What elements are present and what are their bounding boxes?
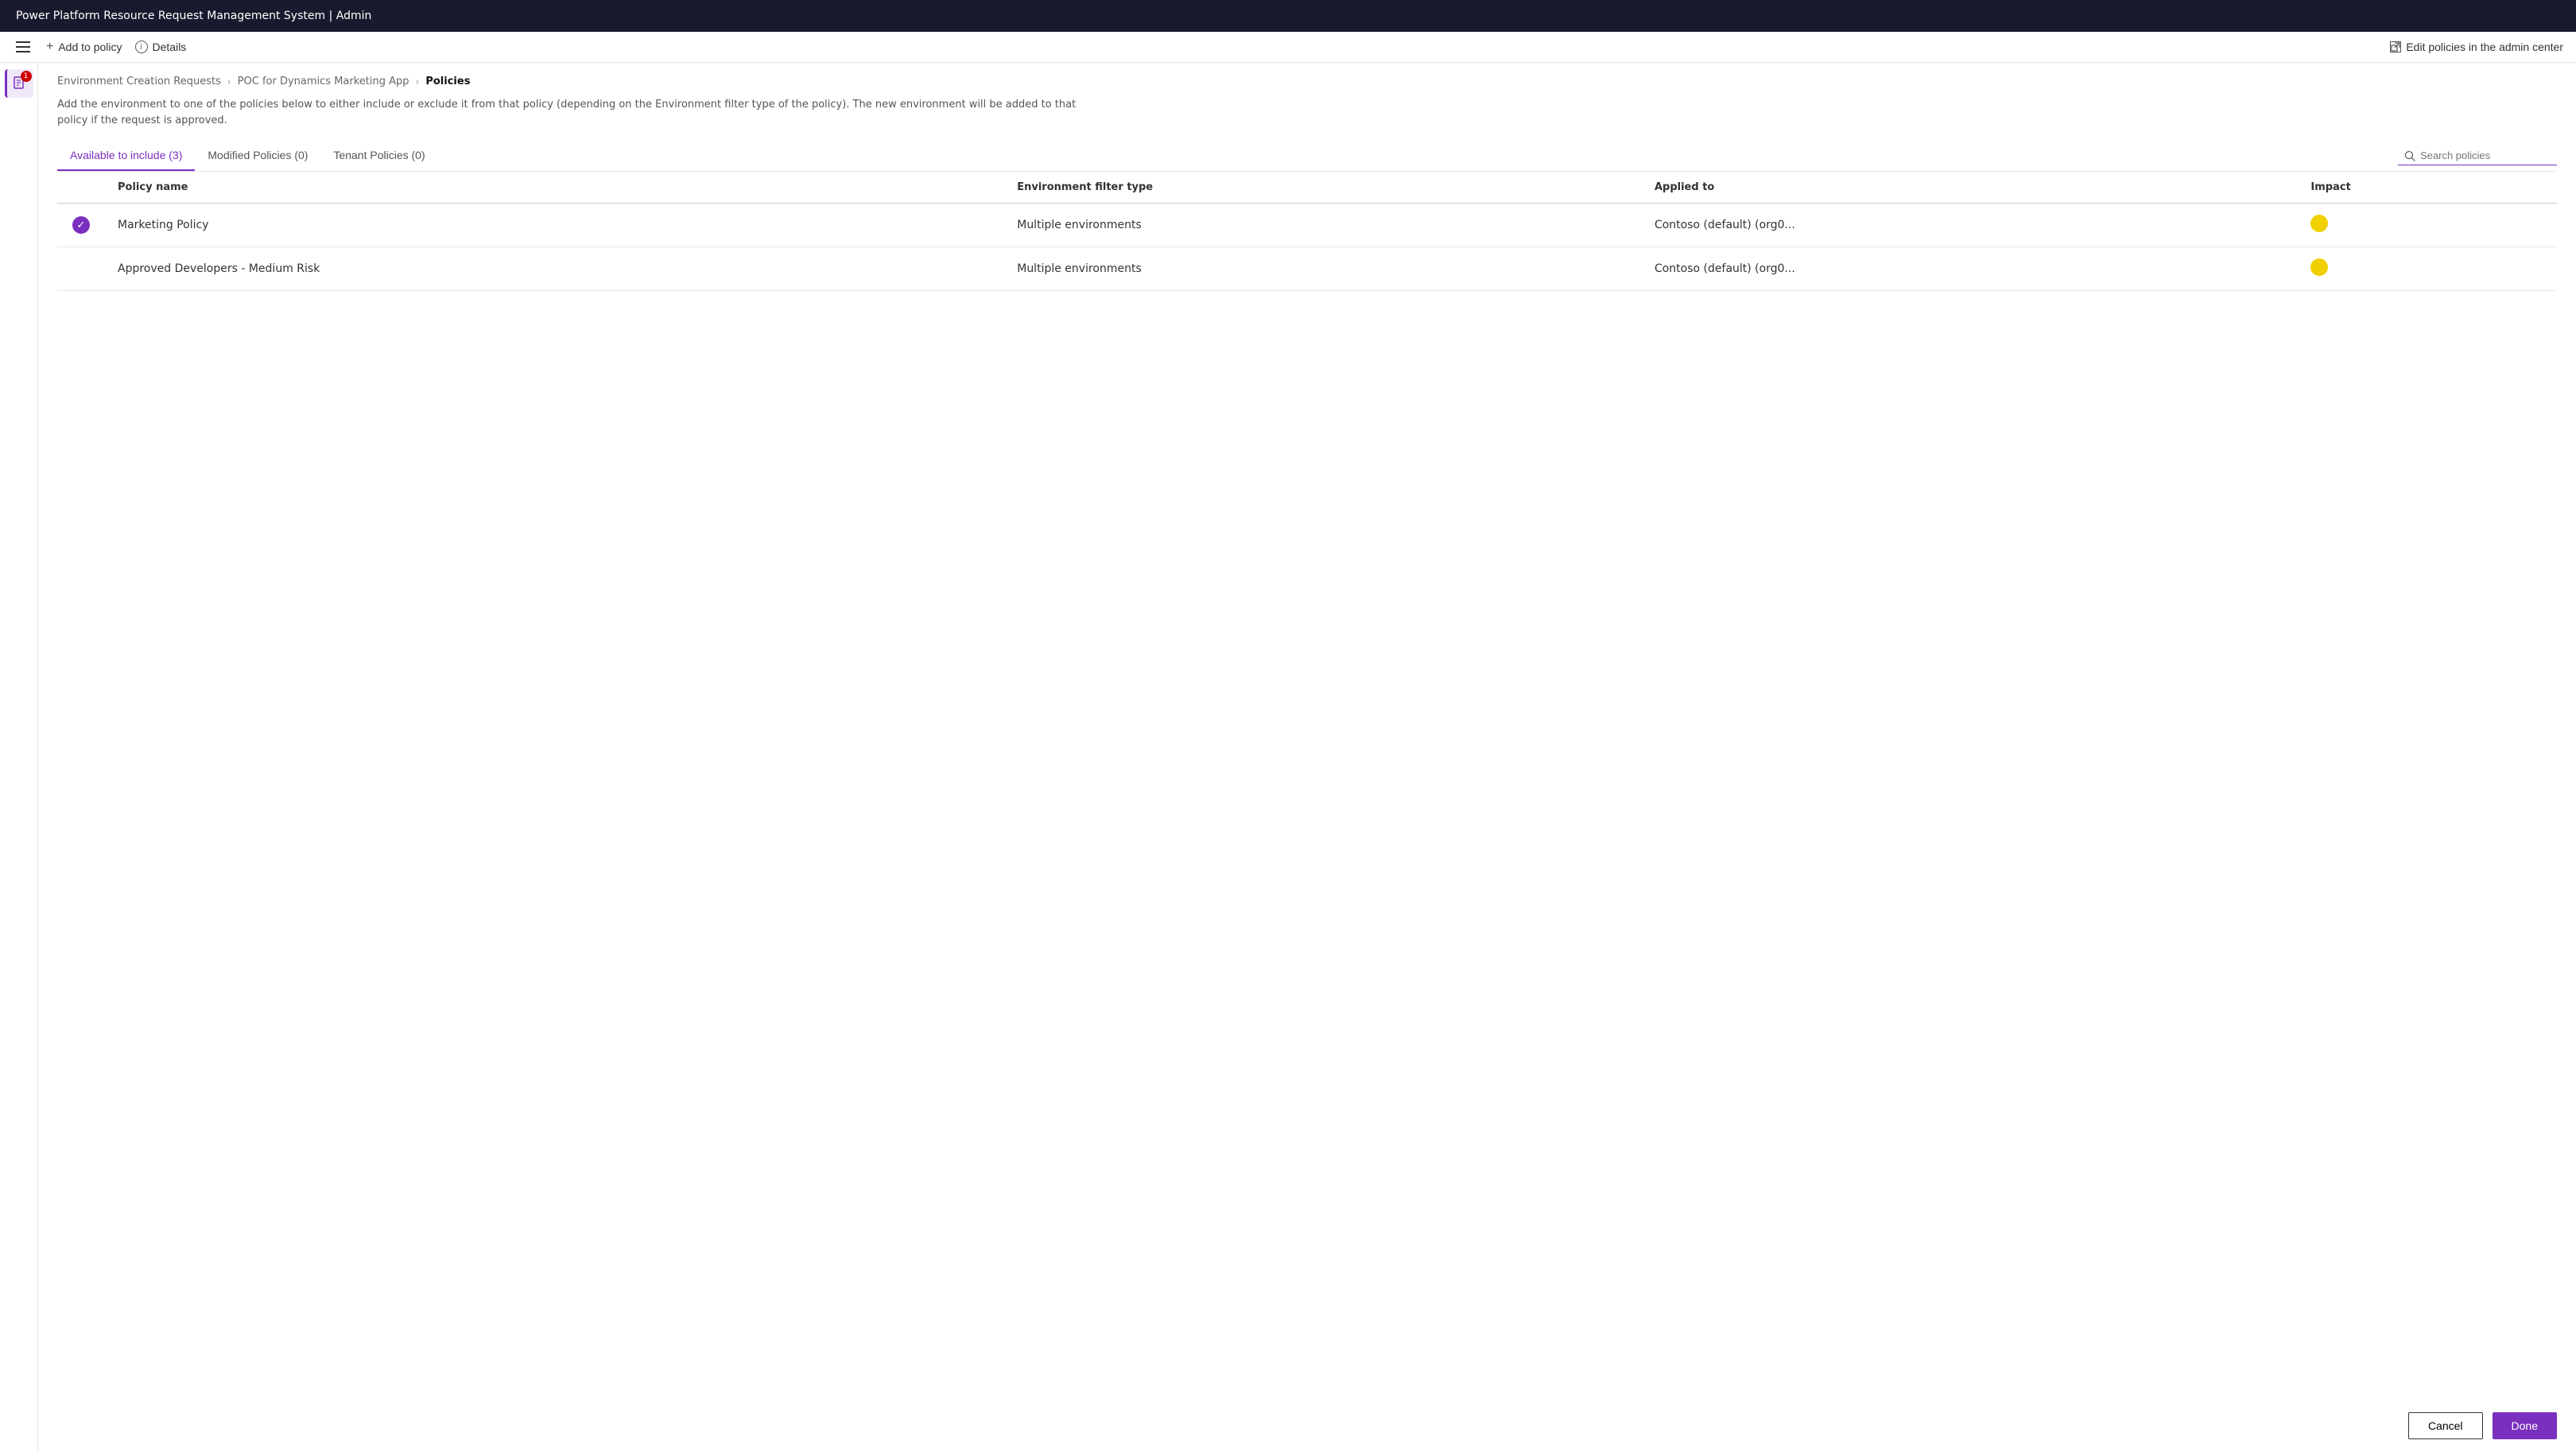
info-icon: i: [135, 41, 148, 53]
row-1-impact: [2298, 247, 2557, 291]
table-row[interactable]: ✓ Marketing Policy Multiple environments…: [57, 204, 2557, 247]
notification-badge: 1: [21, 71, 32, 82]
policies-table-container: Policy name Environment filter type Appl…: [57, 172, 2557, 291]
table-header-row: Policy name Environment filter type Appl…: [57, 172, 2557, 204]
tab-available-to-include[interactable]: Available to include (3): [57, 141, 195, 171]
main-content: Environment Creation Requests › POC for …: [38, 63, 2576, 1451]
impact-dot-1: [2310, 258, 2328, 276]
row-0-applied-to: Contoso (default) (org0...: [1642, 204, 2298, 247]
sidebar-item-requests[interactable]: 1: [5, 69, 33, 98]
edit-admin-center-button[interactable]: Edit policies in the admin center: [2390, 41, 2563, 53]
title-text: Power Platform Resource Request Manageme…: [16, 10, 371, 22]
row-0-policy-name: Marketing Policy: [105, 204, 1004, 247]
row-1-policy-name: Approved Developers - Medium Risk: [105, 247, 1004, 291]
breadcrumb-separator-1: ›: [416, 76, 420, 87]
add-to-policy-label: Add to policy: [58, 41, 122, 53]
cancel-button[interactable]: Cancel: [2408, 1412, 2483, 1439]
breadcrumb-item-0[interactable]: Environment Creation Requests: [57, 76, 221, 87]
row-0-impact: [2298, 204, 2557, 247]
breadcrumb-item-1[interactable]: POC for Dynamics Marketing App: [238, 76, 409, 87]
details-button[interactable]: i Details: [135, 41, 187, 53]
tabs-left: Available to include (3) Modified Polici…: [57, 141, 438, 171]
row-1-filter-type: Multiple environments: [1004, 247, 1642, 291]
table-row[interactable]: Approved Developers - Medium Risk Multip…: [57, 247, 2557, 291]
search-icon: [2404, 150, 2415, 161]
edit-admin-center-label: Edit policies in the admin center: [2406, 41, 2563, 53]
col-header-applied-to: Applied to: [1642, 172, 2298, 204]
row-1-selected-cell: [57, 247, 105, 291]
breadcrumb-separator-0: ›: [227, 76, 231, 87]
impact-dot-0: [2310, 215, 2328, 232]
sidebar: 1: [0, 63, 38, 1451]
toolbar: + Add to policy i Details Edit policies …: [0, 32, 2576, 63]
breadcrumb-current: Policies: [425, 76, 470, 87]
row-0-filter-type: Multiple environments: [1004, 204, 1642, 247]
row-1-applied-to: Contoso (default) (org0...: [1642, 247, 2298, 291]
checkmark-icon: ✓: [72, 216, 90, 234]
hamburger-button[interactable]: [13, 38, 33, 56]
footer: Cancel Done: [2389, 1400, 2576, 1452]
tabs-bar: Available to include (3) Modified Polici…: [57, 141, 2557, 172]
description-text: Add the environment to one of the polici…: [57, 97, 1091, 128]
title-bar: Power Platform Resource Request Manageme…: [0, 0, 2576, 32]
done-button[interactable]: Done: [2493, 1412, 2557, 1439]
layout: 1 Environment Creation Requests › POC fo…: [0, 63, 2576, 1451]
tab-tenant-policies[interactable]: Tenant Policies (0): [320, 141, 437, 171]
tab-modified-policies[interactable]: Modified Policies (0): [195, 141, 320, 171]
add-to-policy-button[interactable]: + Add to policy: [46, 40, 122, 54]
toolbar-left: + Add to policy i Details: [13, 38, 186, 56]
col-header-filter-type: Environment filter type: [1004, 172, 1642, 204]
col-header-selected: [57, 172, 105, 204]
plus-icon: +: [46, 40, 53, 54]
policies-table: Policy name Environment filter type Appl…: [57, 172, 2557, 291]
col-header-policy-name: Policy name: [105, 172, 1004, 204]
external-link-icon: [2390, 41, 2401, 52]
search-input[interactable]: [2420, 149, 2547, 161]
breadcrumb: Environment Creation Requests › POC for …: [57, 76, 2557, 87]
details-label: Details: [153, 41, 187, 53]
col-header-impact: Impact: [2298, 172, 2557, 204]
row-0-selected-cell: ✓: [57, 204, 105, 247]
search-box: [2398, 146, 2557, 165]
